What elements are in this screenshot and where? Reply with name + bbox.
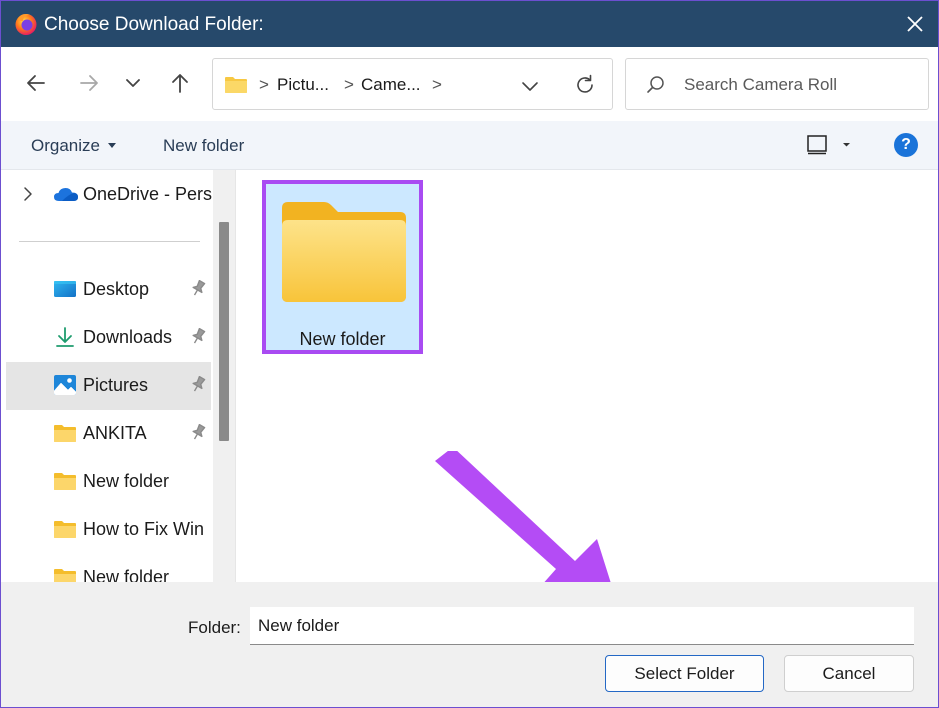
folder-icon: [54, 425, 76, 442]
sidebar-item-new-folder[interactable]: New folder: [6, 554, 211, 582]
breadcrumb-camera-roll[interactable]: Came...: [361, 75, 421, 95]
new-folder-button[interactable]: New folder: [163, 136, 244, 156]
folder-tile-new-folder[interactable]: New folder: [262, 180, 423, 354]
navigation-pane: OneDrive - Pers Desktop Downloads Pictur…: [1, 170, 236, 582]
search-input[interactable]: [684, 72, 914, 98]
arrow-left-icon[interactable]: [22, 69, 50, 97]
sidebar-item-new-folder[interactable]: New folder: [6, 458, 211, 506]
caret-down-icon: [107, 143, 116, 148]
navigation-row: > Pictu... > Came... >: [1, 47, 938, 121]
breadcrumb-separator: >: [344, 75, 354, 94]
nav-scrollbar[interactable]: [213, 170, 235, 582]
sidebar-item-desktop[interactable]: Desktop: [6, 266, 211, 314]
organize-menu[interactable]: Organize: [31, 136, 116, 156]
sidebar-item-label: Downloads: [83, 327, 173, 347]
sidebar-item-how-to-fix[interactable]: How to Fix Win: [6, 506, 211, 554]
organize-label: Organize: [31, 136, 100, 155]
search-box[interactable]: [625, 58, 929, 110]
address-bar[interactable]: > Pictu... > Came... >: [212, 58, 613, 110]
search-icon: [647, 76, 664, 93]
sidebar-item-label: How to Fix Win: [83, 519, 205, 539]
folder-icon: [225, 77, 247, 93]
select-folder-button[interactable]: Select Folder: [605, 655, 764, 692]
view-options-icon[interactable]: [807, 134, 855, 156]
breadcrumb-separator: >: [432, 75, 442, 94]
sidebar-item-label: New folder: [83, 567, 170, 582]
folder-icon: [282, 202, 406, 302]
sidebar-item-label: New folder: [83, 471, 170, 491]
sidebar-item-label: ANKITA: [83, 423, 147, 443]
folder-icon: [54, 521, 76, 538]
pin-icon[interactable]: [190, 376, 206, 394]
refresh-icon[interactable]: [572, 72, 598, 98]
sidebar-item-label: Desktop: [83, 279, 150, 299]
download-icon: [56, 327, 74, 347]
breadcrumb-pictures[interactable]: Pictu...: [277, 75, 329, 95]
arrow-right-icon[interactable]: [75, 69, 103, 97]
onedrive-label: OneDrive - Pers: [83, 184, 213, 204]
breadcrumb-separator: >: [259, 75, 269, 94]
dialog-title: Choose Download Folder:: [44, 14, 264, 35]
sidebar-item-ankita[interactable]: ANKITA: [6, 410, 211, 458]
folder-icon: [54, 473, 76, 490]
cancel-button[interactable]: Cancel: [784, 655, 914, 692]
arrow-up-icon[interactable]: [166, 69, 194, 97]
sidebar-item-label: Pictures: [83, 375, 149, 395]
chevron-down-icon[interactable]: [119, 69, 147, 97]
help-button[interactable]: ?: [894, 133, 918, 157]
folder-icon: [54, 569, 76, 582]
sidebar-item-pictures[interactable]: Pictures: [6, 362, 211, 410]
folder-tile-label: New folder: [299, 329, 386, 349]
pictures-icon: [53, 375, 77, 395]
desktop-icon: [54, 281, 76, 297]
title-bar: Choose Download Folder:: [1, 1, 938, 47]
folder-picker-dialog: Choose Download Folder: > Pictu... > Cam…: [0, 0, 939, 708]
firefox-icon: [15, 14, 37, 35]
command-bar: Organize New folder: [1, 121, 938, 170]
chevron-right-icon[interactable]: [21, 186, 35, 202]
pin-icon[interactable]: [190, 424, 206, 442]
close-icon[interactable]: [901, 10, 929, 38]
file-list: New folder: [237, 170, 938, 631]
pin-icon[interactable]: [190, 328, 206, 346]
pin-icon[interactable]: [190, 280, 206, 298]
divider: [19, 241, 200, 242]
sidebar-item-onedrive[interactable]: OneDrive - Pers: [1, 170, 213, 218]
sidebar-item-downloads[interactable]: Downloads: [6, 314, 211, 362]
footer-bar: Folder: Select Folder Cancel: [1, 582, 938, 707]
onedrive-icon: [54, 188, 78, 201]
scrollbar-thumb[interactable]: [219, 222, 229, 441]
address-dropdown-icon[interactable]: [518, 74, 542, 98]
folder-field-label: Folder:: [188, 618, 241, 637]
folder-name-input[interactable]: [250, 607, 914, 645]
